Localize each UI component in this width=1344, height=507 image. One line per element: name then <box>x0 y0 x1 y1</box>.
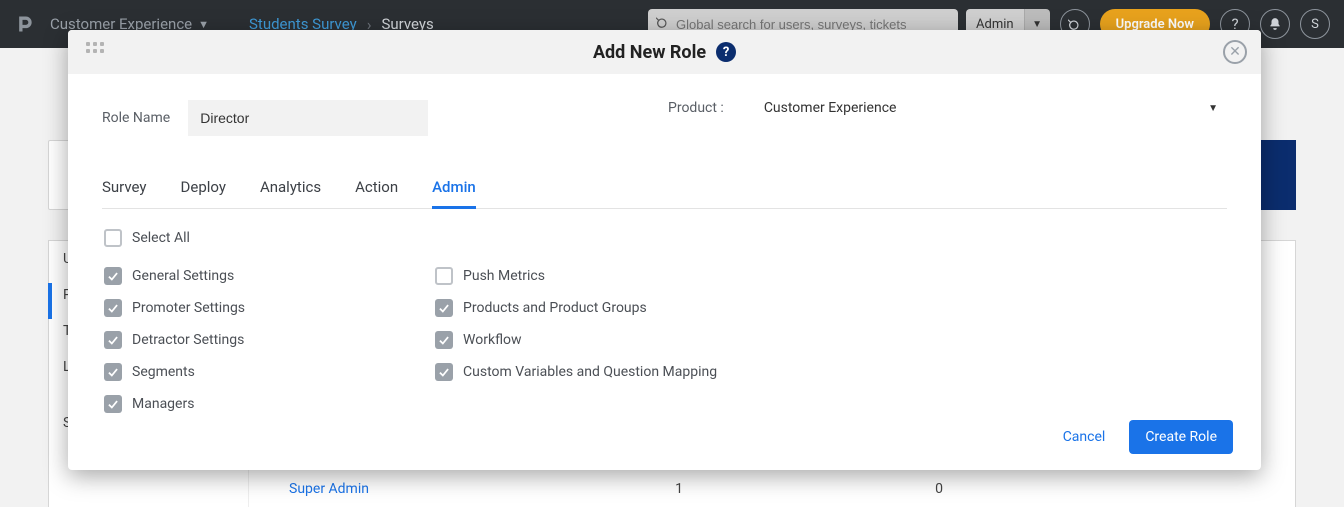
modal-title: Add New Role <box>593 42 706 63</box>
chevron-down-icon: ▼ <box>1208 103 1218 114</box>
permission-checkbox[interactable] <box>104 299 122 317</box>
tab-analytics[interactable]: Analytics <box>260 168 321 208</box>
add-role-modal: Add New Role ? ✕ Role Name Product : Cus… <box>68 30 1261 470</box>
bg-cell: 1 <box>549 481 809 497</box>
user-avatar[interactable]: S <box>1300 9 1330 39</box>
permission-item: Push Metrics <box>435 267 717 285</box>
permission-item: Workflow <box>435 331 717 349</box>
product-row: Product : Customer Experience ▼ <box>668 100 1228 116</box>
permission-item: General Settings <box>104 267 245 285</box>
permission-label: Promoter Settings <box>132 300 245 316</box>
permission-item: Managers <box>104 395 245 413</box>
select-all-row: Select All <box>104 229 1227 247</box>
product-select[interactable]: Customer Experience ▼ <box>764 100 1228 116</box>
tab-admin[interactable]: Admin <box>432 168 476 209</box>
permission-label: Managers <box>132 396 194 412</box>
bg-side-active-indicator <box>48 283 52 319</box>
modal-header: Add New Role ? ✕ <box>68 30 1261 74</box>
app-logo-icon <box>14 13 36 35</box>
permission-checkbox[interactable] <box>435 267 453 285</box>
bg-role-link[interactable]: Super Admin <box>289 481 549 497</box>
select-all-label: Select All <box>132 230 190 246</box>
permission-checkbox[interactable] <box>435 363 453 381</box>
permission-label: Workflow <box>463 332 522 348</box>
permission-checkbox[interactable] <box>104 395 122 413</box>
permission-checkbox[interactable] <box>104 331 122 349</box>
permission-label: Custom Variables and Question Mapping <box>463 364 717 380</box>
product-select-value: Customer Experience <box>764 100 897 116</box>
permission-item: Custom Variables and Question Mapping <box>435 363 717 381</box>
bg-table-row: Super Admin 1 0 <box>289 481 1275 497</box>
tab-deploy[interactable]: Deploy <box>181 168 226 208</box>
permission-label: Segments <box>132 364 195 380</box>
select-all-checkbox[interactable] <box>104 229 122 247</box>
cancel-button[interactable]: Cancel <box>1063 429 1106 445</box>
permission-item: Detractor Settings <box>104 331 245 349</box>
drag-handle-icon[interactable] <box>86 42 104 53</box>
chevron-down-icon: ▼ <box>198 18 209 31</box>
role-name-input[interactable] <box>188 100 428 136</box>
permission-label: Products and Product Groups <box>463 300 647 316</box>
permission-checkbox[interactable] <box>104 363 122 381</box>
permission-checkbox[interactable] <box>104 267 122 285</box>
permission-label: General Settings <box>132 268 234 284</box>
modal-body: Role Name Product : Customer Experience … <box>68 74 1261 470</box>
tab-action[interactable]: Action <box>355 168 398 208</box>
permissions-grid: General Settings Promoter Settings Detract… <box>104 267 1227 413</box>
permission-label: Detractor Settings <box>132 332 244 348</box>
role-name-label: Role Name <box>102 110 170 126</box>
create-role-button[interactable]: Create Role <box>1129 420 1233 454</box>
permission-item: Segments <box>104 363 245 381</box>
product-label: Product : <box>668 100 724 116</box>
permission-tabs: Survey Deploy Analytics Action Admin <box>102 168 1227 209</box>
tab-survey[interactable]: Survey <box>102 168 147 208</box>
permission-label: Push Metrics <box>463 268 545 284</box>
close-icon[interactable]: ✕ <box>1223 40 1247 64</box>
permission-checkbox[interactable] <box>435 299 453 317</box>
permission-item: Products and Product Groups <box>435 299 717 317</box>
modal-help-icon[interactable]: ? <box>716 42 736 62</box>
notifications-button[interactable] <box>1260 9 1290 39</box>
permission-item: Promoter Settings <box>104 299 245 317</box>
permissions-col-2: Push Metrics Products and Product Groups W… <box>435 267 717 413</box>
bg-cell: 0 <box>809 481 1069 497</box>
modal-footer: Cancel Create Role <box>1063 420 1233 454</box>
permissions-col-1: General Settings Promoter Settings Detract… <box>104 267 245 413</box>
permission-checkbox[interactable] <box>435 331 453 349</box>
